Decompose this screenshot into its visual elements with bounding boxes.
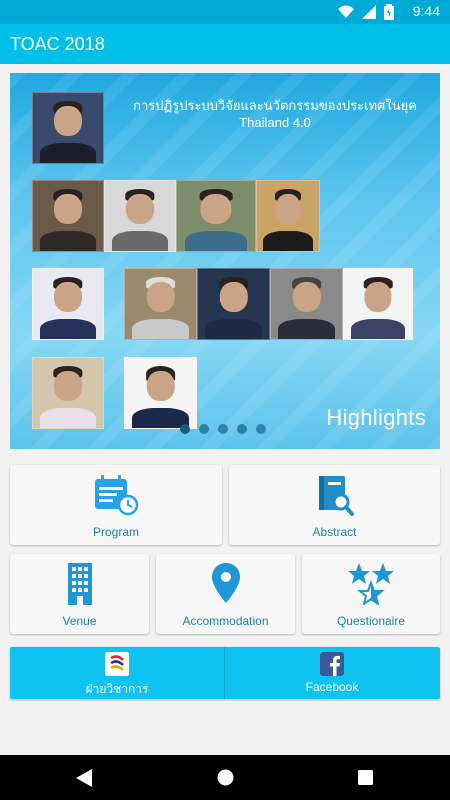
bottom-bar: ฝ่ายวิชาการ Facebook <box>10 647 440 699</box>
speaker-photo <box>104 180 176 252</box>
questionaire-label: Questionaire <box>336 614 406 628</box>
facebook-icon <box>320 652 344 681</box>
speaker-photo <box>32 357 104 429</box>
highlights-banner[interactable]: การปฏิรูประบบวิจัยและนวัตกรรมของประเทศใน… <box>10 73 440 449</box>
carousel-dot[interactable] <box>199 424 209 434</box>
banner-headline: การปฏิรูประบบวิจัยและนวัตกรรมของประเทศใน… <box>120 97 430 131</box>
map-pin-icon <box>211 563 240 608</box>
facebook-button[interactable]: Facebook <box>225 647 439 699</box>
program-label: Program <box>92 525 139 539</box>
venue-button[interactable]: Venue <box>10 554 149 634</box>
accommodation-button[interactable]: Accommodation <box>156 554 295 634</box>
system-nav-bar <box>0 755 450 800</box>
status-icons <box>338 4 394 25</box>
carousel-dot[interactable] <box>218 424 228 434</box>
speaker-photo <box>270 268 343 340</box>
program-button[interactable]: Program <box>10 465 222 545</box>
recents-icon[interactable] <box>358 770 373 790</box>
questionaire-button[interactable]: Questionaire <box>302 554 440 634</box>
wifi-icon <box>338 5 354 24</box>
status-time: 9:44 <box>412 3 440 19</box>
banner-headline-line1: การปฏิรูประบบวิจัยและนวัตกรรมของประเทศใน… <box>133 98 417 113</box>
app-title: TOAC 2018 <box>10 34 105 54</box>
back-icon[interactable] <box>76 769 92 792</box>
carousel-dot[interactable] <box>180 424 190 434</box>
speaker-photo <box>197 268 270 340</box>
abstract-button[interactable]: Abstract <box>229 465 440 545</box>
banner-headline-line2: Thailand 4.0 <box>239 115 311 130</box>
facebook-label: Facebook <box>305 680 359 694</box>
speaker-photo <box>124 268 197 340</box>
book-search-icon <box>315 474 355 521</box>
accommodation-label: Accommodation <box>182 614 269 628</box>
calendar-clock-icon <box>93 474 139 521</box>
carousel-dot[interactable] <box>256 424 266 434</box>
battery-icon <box>384 4 394 25</box>
speaker-photo <box>32 180 104 252</box>
stars-icon <box>348 563 394 610</box>
academic-label: ฝ่ายวิชาการ <box>85 682 149 696</box>
building-icon <box>66 563 94 610</box>
home-icon[interactable] <box>217 769 234 791</box>
academic-logo-icon <box>105 652 129 681</box>
speaker-photo <box>176 180 256 252</box>
app-bar: TOAC 2018 <box>0 24 450 64</box>
carousel-indicator <box>180 424 266 434</box>
speaker-photo-keynote <box>32 92 104 164</box>
academic-button[interactable]: ฝ่ายวิชาการ <box>10 647 224 699</box>
venue-label: Venue <box>62 614 97 628</box>
signal-icon <box>362 5 376 24</box>
carousel-dot[interactable] <box>237 424 247 434</box>
speaker-photo <box>256 180 320 252</box>
speaker-photo <box>32 268 104 340</box>
abstract-label: Abstract <box>312 525 357 539</box>
speaker-photo <box>124 357 197 429</box>
speaker-photo <box>343 268 413 340</box>
status-bar: 9:44 <box>0 0 450 24</box>
highlights-label: Highlights <box>326 405 426 430</box>
